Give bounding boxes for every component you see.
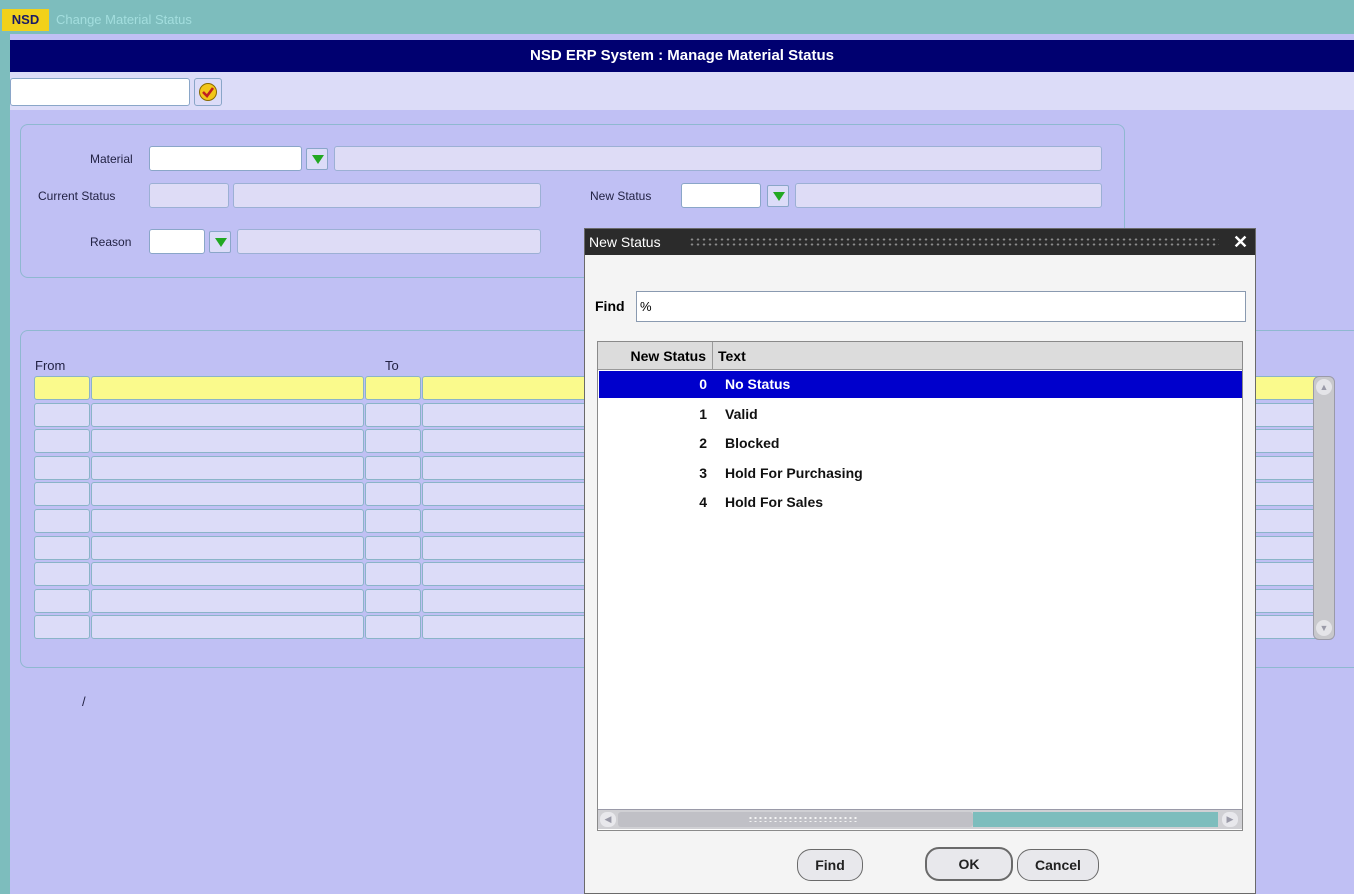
grid-cell[interactable] xyxy=(91,429,364,454)
grid-cell[interactable] xyxy=(365,509,421,533)
titlebar-grip xyxy=(689,237,1219,248)
lov-list: New Status Text 0 No Status 1 Valid 2 Blocked… xyxy=(597,341,1243,831)
grid-cell[interactable] xyxy=(91,535,364,560)
grid-cell[interactable] xyxy=(34,376,90,400)
window-title: Change Material Status xyxy=(56,12,192,27)
lov-row-text: No Status xyxy=(725,376,791,392)
grid-cell[interactable] xyxy=(365,535,421,560)
grid-cell[interactable] xyxy=(34,455,90,480)
lov-row[interactable]: 4 Hold For Sales xyxy=(599,489,1242,516)
grid-cell[interactable] xyxy=(34,429,90,454)
grid-cell[interactable] xyxy=(365,482,421,507)
checkmark-icon xyxy=(199,83,217,101)
grid-cell[interactable] xyxy=(91,482,364,507)
dialog-title: New Status xyxy=(589,234,661,250)
lov-row[interactable]: 1 Valid xyxy=(599,401,1242,428)
current-status-label: Current Status xyxy=(38,189,116,203)
grid-cell[interactable] xyxy=(91,509,364,533)
column-header-text[interactable]: Text xyxy=(718,342,746,370)
grid-cell[interactable] xyxy=(91,402,364,427)
new-status-dialog: New Status ✕ Find % New Status Text 0 No … xyxy=(584,228,1256,894)
lov-row-code: 2 xyxy=(699,435,707,452)
grid-cell[interactable] xyxy=(91,588,364,613)
lov-row[interactable]: 3 Hold For Purchasing xyxy=(599,460,1242,487)
grid-cell[interactable] xyxy=(34,482,90,507)
grid-cell[interactable] xyxy=(34,535,90,560)
grid-scrollbar[interactable] xyxy=(1313,376,1335,640)
new-status-lov-button[interactable] xyxy=(767,185,789,207)
page-title: NSD ERP System : Manage Material Status xyxy=(10,40,1354,72)
new-status-label: New Status xyxy=(590,189,652,203)
reason-label: Reason xyxy=(90,235,132,249)
grid-cell[interactable] xyxy=(365,562,421,587)
lov-row-text: Hold For Sales xyxy=(725,494,824,511)
scroll-left-icon[interactable]: ◀ xyxy=(600,812,616,827)
material-label: Material xyxy=(90,152,133,166)
column-header-new-status[interactable]: New Status xyxy=(598,342,713,370)
cancel-button[interactable]: Cancel xyxy=(1017,849,1099,881)
lov-row[interactable]: 0 No Status xyxy=(599,371,1242,398)
scroll-up-icon[interactable]: ▲ xyxy=(1316,379,1332,395)
material-input[interactable] xyxy=(149,146,302,171)
dropdown-triangle-icon xyxy=(215,238,227,247)
grid-cell[interactable] xyxy=(34,402,90,427)
grid-cell[interactable] xyxy=(34,588,90,613)
material-description-field xyxy=(334,146,1102,171)
find-input[interactable]: % xyxy=(636,291,1246,322)
grid-header-to: To xyxy=(385,358,399,373)
reason-input[interactable] xyxy=(149,229,205,254)
ok-button[interactable]: OK xyxy=(925,847,1013,881)
grid-cell[interactable] xyxy=(365,615,421,640)
status-text: / xyxy=(82,694,86,709)
nsd-logo: NSD xyxy=(2,9,49,31)
lov-row[interactable]: 2 Blocked xyxy=(599,430,1242,457)
grid-cell[interactable] xyxy=(91,376,364,400)
lov-row-text: Hold For Purchasing xyxy=(725,464,863,481)
grid-cell[interactable] xyxy=(91,615,364,640)
scroll-right-icon[interactable]: ▶ xyxy=(1222,812,1238,827)
window-left-edge xyxy=(0,34,10,894)
grid-cell[interactable] xyxy=(34,562,90,587)
dropdown-triangle-icon xyxy=(773,192,785,201)
dialog-titlebar: New Status ✕ xyxy=(585,229,1255,255)
grid-cell[interactable] xyxy=(91,562,364,587)
lov-row-code: 1 xyxy=(699,405,707,422)
grid-cell[interactable] xyxy=(365,588,421,613)
lov-row-text: Valid xyxy=(725,405,758,422)
scroll-track[interactable] xyxy=(973,812,1218,827)
close-icon[interactable]: ✕ xyxy=(1233,229,1248,255)
grid-cell[interactable] xyxy=(91,455,364,480)
scroll-down-icon[interactable]: ▼ xyxy=(1316,620,1332,636)
reason-lov-button[interactable] xyxy=(209,231,231,253)
lov-horizontal-scrollbar[interactable]: ◀ ▶ xyxy=(598,809,1242,829)
new-status-input[interactable] xyxy=(681,183,761,208)
grid-cell[interactable] xyxy=(365,376,421,400)
reason-text-field xyxy=(237,229,541,254)
window-titlebar xyxy=(0,0,1354,34)
grid-header-from: From xyxy=(35,358,66,373)
grid-cell[interactable] xyxy=(365,455,421,480)
lov-row-text: Blocked xyxy=(725,435,780,452)
grid-cell[interactable] xyxy=(365,429,421,454)
current-status-text-field xyxy=(233,183,541,208)
lov-row-code: 4 xyxy=(699,494,707,511)
scroll-thumb-grip xyxy=(748,816,858,822)
toolbar-input[interactable] xyxy=(10,78,190,106)
new-status-text-field xyxy=(795,183,1102,208)
dropdown-triangle-icon xyxy=(312,155,324,164)
accept-button[interactable] xyxy=(194,78,222,106)
lov-row-code: 0 xyxy=(699,376,707,392)
find-label: Find xyxy=(595,298,625,314)
lov-row-code: 3 xyxy=(699,464,707,481)
find-button[interactable]: Find xyxy=(797,849,863,881)
grid-cell[interactable] xyxy=(34,509,90,533)
current-status-code-field xyxy=(149,183,229,208)
grid-cell[interactable] xyxy=(365,402,421,427)
grid-cell[interactable] xyxy=(34,615,90,640)
material-lov-button[interactable] xyxy=(306,148,328,170)
